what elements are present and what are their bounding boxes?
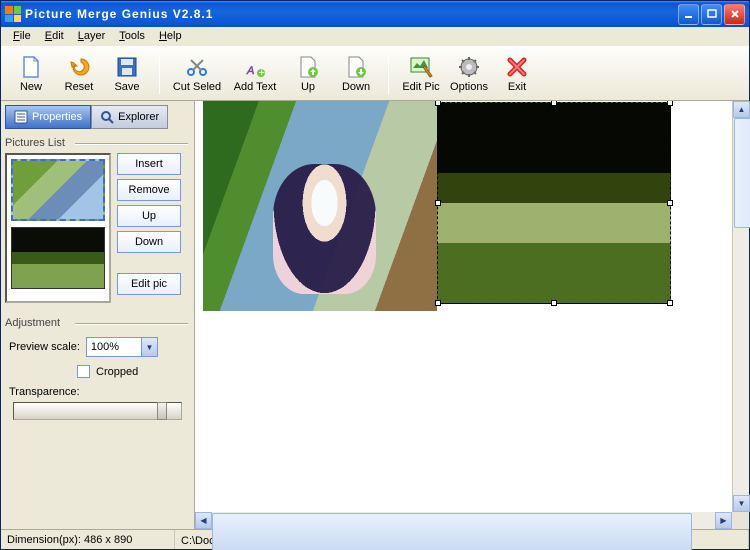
slider-thumb[interactable]	[157, 402, 167, 420]
chevron-down-icon[interactable]: ▼	[141, 338, 157, 356]
cropped-label: Cropped	[96, 366, 138, 378]
thumbnail-2[interactable]	[11, 227, 105, 289]
canvas-wrap: ▲ ▼ ◀ ▶	[195, 101, 749, 529]
options-label: Options	[450, 81, 488, 93]
toolbar-sep-1	[159, 54, 160, 94]
resize-handle-se[interactable]	[667, 300, 673, 306]
page-up-icon	[296, 55, 320, 79]
up-button[interactable]: Up	[284, 50, 332, 98]
explorer-icon	[100, 110, 114, 124]
edit-pic-label: Edit Pic	[402, 81, 439, 93]
toolbar: New Reset Save Cut Seled A+ Add Text Up …	[1, 47, 749, 101]
app-icon	[5, 6, 21, 22]
reset-label: Reset	[65, 81, 94, 93]
minimize-button[interactable]	[678, 4, 699, 25]
exit-label: Exit	[508, 81, 526, 93]
resize-handle-ne[interactable]	[667, 101, 673, 106]
insert-button[interactable]: Insert	[117, 153, 181, 175]
scroll-down-arrow[interactable]: ▼	[733, 495, 750, 512]
preview-scale-value: 100%	[87, 341, 141, 353]
canvas-image-2-selected[interactable]	[437, 102, 671, 304]
reset-button[interactable]: Reset	[55, 50, 103, 98]
scroll-left-arrow[interactable]: ◀	[195, 512, 212, 529]
save-button[interactable]: Save	[103, 50, 151, 98]
canvas[interactable]	[195, 101, 732, 512]
left-panel: Properties Explorer Pictures List Insert…	[1, 101, 195, 529]
close-button[interactable]	[724, 4, 745, 25]
hscroll-thumb[interactable]	[212, 513, 692, 550]
undo-icon	[67, 55, 91, 79]
edit-pic-icon	[409, 55, 433, 79]
adjustment-label: Adjustment	[5, 317, 190, 329]
horizontal-scrollbar[interactable]: ◀ ▶	[195, 512, 749, 529]
save-icon	[115, 55, 139, 79]
thumbnail-1[interactable]	[11, 159, 105, 221]
exit-button[interactable]: Exit	[493, 50, 541, 98]
down-label: Down	[342, 81, 370, 93]
toolbar-sep-2	[388, 54, 389, 94]
properties-icon	[14, 110, 28, 124]
new-file-icon	[19, 55, 43, 79]
add-text-label: Add Text	[234, 81, 277, 93]
down-button[interactable]: Down	[332, 50, 380, 98]
list-up-button[interactable]: Up	[117, 205, 181, 227]
app-window: Picture Merge Genius V2.8.1 File Edit La…	[0, 0, 750, 550]
text-icon: A+	[243, 55, 267, 79]
transparence-slider[interactable]	[13, 402, 182, 420]
status-dimension: Dimension(px): 486 x 890	[1, 530, 175, 549]
preview-scale-label: Preview scale:	[9, 341, 80, 353]
cut-seled-label: Cut Seled	[173, 81, 221, 93]
scissors-icon	[185, 55, 209, 79]
scroll-up-arrow[interactable]: ▲	[733, 101, 750, 118]
cut-seled-button[interactable]: Cut Seled	[168, 50, 226, 98]
menubar: File Edit Layer Tools Help	[1, 27, 749, 47]
resize-handle-sw[interactable]	[435, 300, 441, 306]
add-text-button[interactable]: A+ Add Text	[226, 50, 284, 98]
scroll-corner	[732, 512, 749, 529]
menu-help[interactable]: Help	[153, 29, 188, 44]
menu-edit[interactable]: Edit	[39, 29, 70, 44]
tab-explorer[interactable]: Explorer	[91, 105, 168, 129]
maximize-button[interactable]	[701, 4, 722, 25]
resize-handle-e[interactable]	[667, 200, 673, 206]
resize-handle-nw[interactable]	[435, 101, 441, 106]
new-label: New	[20, 81, 42, 93]
exit-icon	[505, 55, 529, 79]
resize-handle-s[interactable]	[551, 300, 557, 306]
titlebar[interactable]: Picture Merge Genius V2.8.1	[1, 1, 749, 27]
canvas-image-1[interactable]	[203, 101, 437, 311]
tab-explorer-label: Explorer	[118, 111, 159, 123]
menu-layer[interactable]: Layer	[72, 29, 112, 44]
preview-scale-combo[interactable]: 100% ▼	[86, 337, 158, 357]
transparence-label: Transparence:	[9, 386, 186, 398]
up-label: Up	[301, 81, 315, 93]
tab-properties[interactable]: Properties	[5, 105, 91, 129]
new-button[interactable]: New	[7, 50, 55, 98]
menu-file[interactable]: File	[7, 29, 37, 44]
svg-text:+: +	[259, 67, 265, 78]
menu-tools[interactable]: Tools	[113, 29, 151, 44]
vscroll-thumb[interactable]	[734, 118, 750, 228]
resize-handle-w[interactable]	[435, 200, 441, 206]
tab-properties-label: Properties	[32, 111, 82, 123]
scroll-right-arrow[interactable]: ▶	[715, 512, 732, 529]
remove-button[interactable]: Remove	[117, 179, 181, 201]
save-label: Save	[114, 81, 139, 93]
window-title: Picture Merge Genius V2.8.1	[25, 7, 678, 21]
content-area: Properties Explorer Pictures List Insert…	[1, 101, 749, 529]
page-down-icon	[344, 55, 368, 79]
pictures-list[interactable]	[5, 153, 111, 303]
list-down-button[interactable]: Down	[117, 231, 181, 253]
options-button[interactable]: Options	[445, 50, 493, 98]
vertical-scrollbar[interactable]: ▲ ▼	[732, 101, 749, 512]
cropped-checkbox[interactable]	[77, 365, 90, 378]
svg-text:A: A	[246, 65, 254, 77]
gear-icon	[457, 55, 481, 79]
edit-pic-side-button[interactable]: Edit pic	[117, 273, 181, 295]
resize-handle-n[interactable]	[551, 101, 557, 106]
pictures-list-label: Pictures List	[5, 137, 190, 149]
edit-pic-button[interactable]: Edit Pic	[397, 50, 445, 98]
